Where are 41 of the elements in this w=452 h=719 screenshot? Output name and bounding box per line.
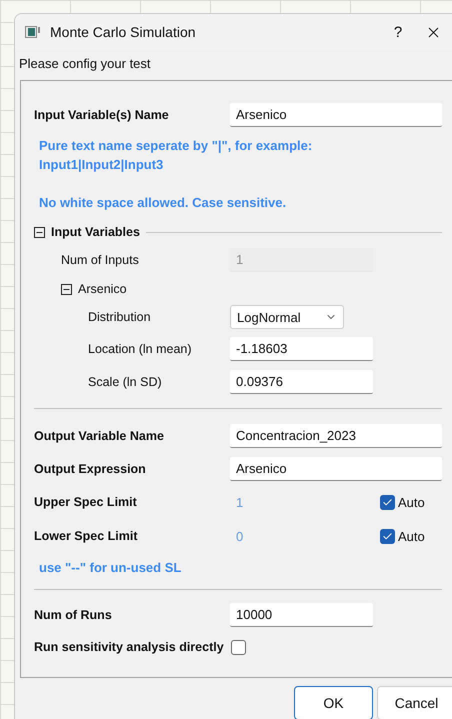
tree-node-label[interactable]: Arsenico — [78, 282, 127, 296]
input-field[interactable]: Arsenico — [230, 456, 442, 480]
dialog-button[interactable]: Cancel — [377, 686, 452, 719]
input-field[interactable]: 0.09376 — [230, 370, 373, 394]
check-icon — [382, 496, 393, 508]
field-label: Scale (ln SD) — [88, 374, 163, 388]
app-icon — [25, 26, 41, 38]
field-label: Upper Spec Limit — [34, 495, 138, 509]
checkbox[interactable] — [380, 528, 395, 544]
field-label: Output Expression — [34, 462, 147, 476]
field-label: Num of Runs — [34, 608, 113, 622]
hint-text: use "--" for un-used SL — [39, 559, 182, 577]
field-label: Distribution — [88, 310, 152, 324]
input-field[interactable]: -1.18603 — [230, 336, 373, 360]
field-label: Lower Spec Limit — [34, 529, 138, 543]
limit-value: 1 — [235, 494, 244, 510]
checkbox-label: Auto — [398, 494, 425, 510]
checkbox[interactable] — [380, 494, 395, 510]
field-label: Input Variable(s) Name — [34, 108, 170, 122]
group-title: Input Variables — [51, 225, 140, 239]
field-label: Output Variable Name — [34, 428, 165, 442]
field-label: Num of Inputs — [61, 252, 140, 266]
checkbox[interactable] — [230, 640, 246, 654]
checkbox-label: Run sensitivity analysis directly — [34, 640, 224, 654]
checkbox-label: Auto — [398, 528, 425, 544]
hint-text: Pure text name seperate by "|", for example: — [39, 137, 314, 155]
help-button[interactable]: ? — [371, 24, 425, 40]
prompt-text: Please config your test — [18, 55, 152, 73]
input-field[interactable]: Arsenico — [230, 103, 442, 127]
limit-value: 0 — [235, 528, 244, 544]
dialog-button[interactable]: OK — [294, 686, 373, 719]
field-label: Location (ln mean) — [88, 342, 193, 356]
dropdown[interactable]: LogNormal — [230, 305, 344, 329]
hint-text: Input1|Input2|Input3 — [39, 156, 164, 174]
collapse-icon[interactable] — [34, 226, 45, 238]
hint-text: No white space allowed. Case sensitive. — [39, 194, 288, 212]
input-field[interactable]: 10000 — [230, 603, 373, 627]
check-icon — [382, 530, 393, 542]
input-field[interactable]: Concentracion_2023 — [230, 424, 442, 448]
window-title: Monte Carlo Simulation — [50, 24, 197, 40]
collapse-icon[interactable] — [61, 284, 72, 294]
